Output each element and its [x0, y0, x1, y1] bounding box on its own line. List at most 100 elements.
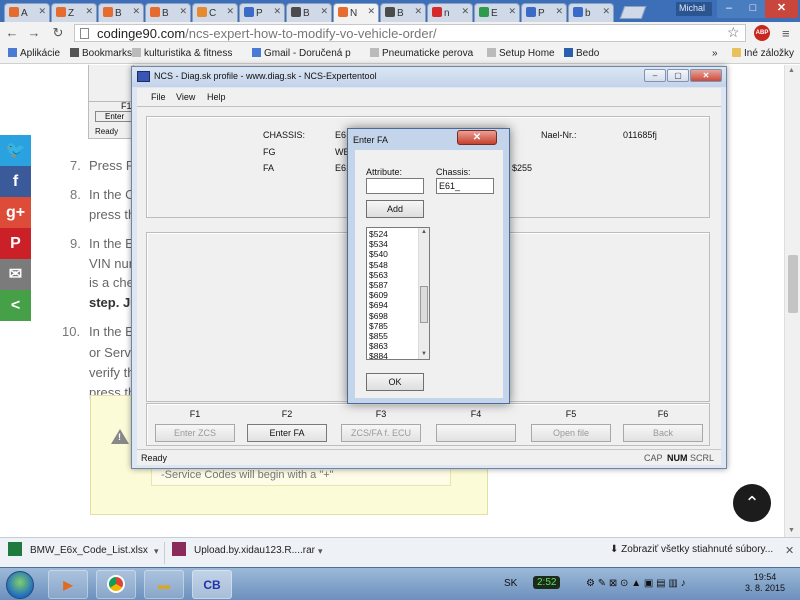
tab-close-icon[interactable]: ✕ — [508, 6, 516, 17]
forward-button[interactable]: → — [26, 25, 42, 41]
system-clock[interactable]: 19:54 3. 8. 2015 — [745, 572, 785, 594]
close-window-button[interactable]: ✕ — [765, 0, 798, 18]
adblock-icon[interactable]: ABP — [754, 25, 770, 41]
chrome-menu-icon[interactable]: ≡ — [782, 26, 790, 41]
menu-help[interactable]: Help — [207, 92, 226, 102]
fa-code-item[interactable]: $587 — [367, 280, 417, 290]
browser-tab[interactable]: B ✕ — [286, 3, 332, 22]
browser-tab[interactable]: B ✕ — [98, 3, 144, 22]
tab-close-icon[interactable]: ✕ — [179, 6, 187, 17]
fkey-button-f2[interactable]: Enter FA — [247, 424, 327, 442]
browser-tab[interactable]: C ✕ — [192, 3, 238, 22]
fa-code-item[interactable]: $609 — [367, 290, 417, 300]
browser-tab[interactable]: N ✕ — [333, 3, 379, 22]
fa-code-item[interactable]: $884 — [367, 351, 417, 359]
menu-view[interactable]: View — [176, 92, 195, 102]
ncs-maximize-button[interactable]: ▢ — [667, 69, 689, 82]
dialog-title-bar[interactable]: Enter FA ✕ — [348, 129, 509, 149]
tab-close-icon[interactable]: ✕ — [132, 6, 140, 17]
download-item-xlsx[interactable]: BMW_E6x_Code_List.xlsx ▾ — [8, 542, 159, 564]
googleplus-icon[interactable]: g+ — [0, 197, 31, 228]
tab-close-icon[interactable]: ✕ — [38, 6, 46, 17]
start-button-icon[interactable] — [6, 571, 34, 599]
twitter-icon[interactable]: 🐦 — [0, 135, 31, 166]
tab-close-icon[interactable]: ✕ — [602, 6, 610, 17]
fa-code-item[interactable]: $540 — [367, 249, 417, 259]
scroll-to-top-button[interactable]: ⌃ — [733, 484, 771, 522]
close-downloads-icon[interactable]: ✕ — [785, 544, 794, 557]
fa-code-item[interactable]: $563 — [367, 270, 417, 280]
new-tab-button[interactable] — [619, 6, 647, 19]
media-player-icon[interactable]: ▶ — [48, 570, 88, 599]
ncs-close-button[interactable]: ✕ — [690, 69, 722, 82]
fa-codes-list[interactable]: $524 $534 $540 $548 $563 $587 $609 $694 $698 $785… — [366, 227, 430, 360]
ok-button[interactable]: OK — [366, 373, 424, 391]
dialog-close-button[interactable]: ✕ — [457, 130, 497, 145]
attribute-input[interactable] — [366, 178, 424, 194]
ncs-icon[interactable]: CB — [192, 570, 232, 599]
tab-close-icon[interactable]: ✕ — [226, 6, 234, 17]
chevron-down-icon[interactable]: ▾ — [318, 546, 323, 557]
browser-tab[interactable]: A ✕ — [4, 3, 50, 22]
share-icon[interactable]: < — [0, 290, 31, 321]
chassis-input[interactable]: E61_ — [436, 178, 494, 194]
tab-close-icon[interactable]: ✕ — [367, 6, 375, 17]
reload-button[interactable]: ↻ — [50, 25, 66, 41]
fa-code-item[interactable]: $785 — [367, 321, 417, 331]
address-bar[interactable]: codinge90.com/ncs-expert-how-to-modify-v… — [74, 24, 746, 42]
back-button[interactable]: ← — [4, 25, 20, 41]
fa-code-item[interactable]: $698 — [367, 311, 417, 321]
list-scroll-thumb[interactable] — [420, 286, 428, 323]
fa-code-item[interactable]: $534 — [367, 239, 417, 249]
tab-close-icon[interactable]: ✕ — [461, 6, 469, 17]
bookmark-item[interactable]: Bookmarks — [70, 48, 132, 59]
bookmark-item[interactable]: Setup Home — [487, 48, 555, 59]
browser-tab[interactable]: B ✕ — [380, 3, 426, 22]
fkey-button-f5[interactable]: Open file — [531, 424, 611, 442]
browser-tab[interactable]: Z ✕ — [51, 3, 97, 22]
other-bookmarks-folder[interactable]: Iné záložky — [732, 48, 794, 59]
menu-file[interactable]: File — [151, 92, 166, 102]
chrome-icon[interactable] — [96, 570, 136, 599]
tray-icons[interactable]: ⚙ ✎ ⊠ ⊙ ▲ ▣ ▤ ▥ ♪ — [586, 578, 686, 589]
bookmark-item[interactable]: Pneumaticke perova — [370, 48, 473, 59]
browser-tab[interactable]: E ✕ — [474, 3, 520, 22]
browser-tab[interactable]: B ✕ — [145, 3, 191, 22]
bookmark-item[interactable]: kulturistika & fitness — [132, 48, 232, 59]
profile-button[interactable]: Michal — [676, 2, 712, 16]
browser-tab[interactable]: n ✕ — [427, 3, 473, 22]
tab-close-icon[interactable]: ✕ — [273, 6, 281, 17]
fa-code-item[interactable]: $548 — [367, 260, 417, 270]
fa-code-item[interactable]: $863 — [367, 341, 417, 351]
download-item-rar[interactable]: Upload.by.xidau123.R....rar ▾ — [172, 542, 323, 564]
tab-close-icon[interactable]: ✕ — [85, 6, 93, 17]
fa-code-item[interactable]: $524 — [367, 229, 417, 239]
bookmark-item[interactable]: Aplikácie — [8, 48, 60, 59]
browser-tab[interactable]: P ✕ — [239, 3, 285, 22]
ncs-minimize-button[interactable]: – — [644, 69, 666, 82]
page-scrollbar[interactable]: ▲ ▼ — [784, 65, 800, 537]
explorer-icon[interactable]: ▬ — [144, 570, 184, 599]
fa-code-item[interactable]: $855 — [367, 331, 417, 341]
bookmark-item[interactable]: Bedo — [564, 48, 599, 59]
fkey-button-f1[interactable]: Enter ZCS — [155, 424, 235, 442]
scrollbar-thumb[interactable] — [788, 255, 798, 313]
facebook-icon[interactable]: f — [0, 166, 31, 197]
list-scrollbar[interactable]: ▲ ▼ — [418, 228, 429, 359]
add-button[interactable]: Add — [366, 200, 424, 218]
bookmark-item[interactable]: Gmail - Doručená p — [252, 48, 351, 59]
language-indicator[interactable]: SK — [504, 578, 517, 589]
tab-close-icon[interactable]: ✕ — [555, 6, 563, 17]
ncs-title-bar[interactable]: NCS - Diag.sk profile - www.diag.sk - NC… — [132, 67, 726, 87]
tab-close-icon[interactable]: ✕ — [414, 6, 422, 17]
show-all-downloads-link[interactable]: ⬇ Zobraziť všetky stiahnuté súbory... — [610, 544, 773, 555]
minimize-button[interactable]: – — [717, 0, 741, 18]
browser-tab[interactable]: P ✕ — [521, 3, 567, 22]
bookmark-star-icon[interactable]: ☆ — [727, 24, 740, 41]
email-icon[interactable]: ✉ — [0, 259, 31, 290]
tab-close-icon[interactable]: ✕ — [320, 6, 328, 17]
maximize-button[interactable]: □ — [741, 0, 765, 18]
fkey-button-f3[interactable]: ZCS/FA f. ECU — [341, 424, 421, 442]
browser-tab[interactable]: b ✕ — [568, 3, 614, 22]
fkey-button-f4[interactable] — [436, 424, 516, 442]
